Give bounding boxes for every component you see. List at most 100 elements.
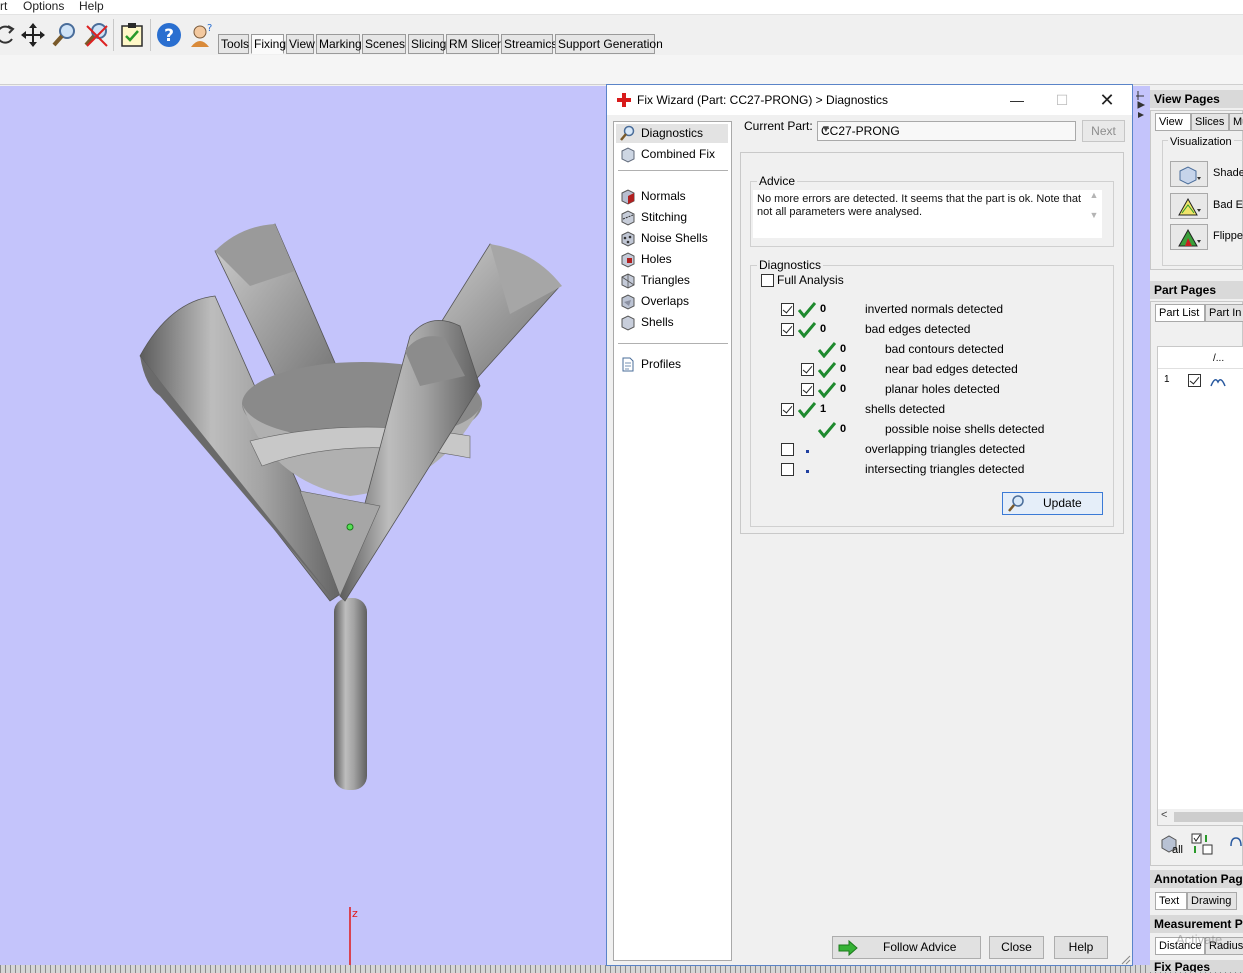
full-analysis-checkbox[interactable] <box>761 274 774 287</box>
row-visible-checkbox[interactable] <box>1188 374 1201 387</box>
diagnostic-checkbox[interactable] <box>781 403 794 416</box>
toolbar: ? ? Tools Fixing View Marking Scenes Sli… <box>0 15 1243 55</box>
diagnostic-row: 0 inverted normals detected <box>741 301 1121 321</box>
dialog-title: Fix Wizard (Part: CC27-PRONG) > Diagnost… <box>637 93 889 107</box>
tab-annotation-drawing[interactable]: Drawing <box>1187 892 1237 910</box>
minimize-button[interactable]: — <box>1007 90 1027 110</box>
tab-support-generation[interactable]: Support Generation <box>555 34 663 54</box>
document-icon <box>622 357 634 372</box>
green-check-icon <box>798 322 816 338</box>
diagnostic-checkbox[interactable] <box>801 383 814 396</box>
maximize-button[interactable]: ☐ <box>1052 90 1072 110</box>
diagnostic-checkbox[interactable] <box>781 323 794 336</box>
nav-item-stitching[interactable]: Stitching <box>616 208 728 227</box>
tab-view-pages-slices[interactable]: Slices <box>1191 113 1229 131</box>
menu-item-help[interactable]: Help <box>79 0 104 13</box>
unzoom-icon[interactable] <box>82 21 110 49</box>
green-check-icon <box>818 342 836 358</box>
checklist-icon[interactable] <box>118 21 146 49</box>
tab-marking[interactable]: Marking <box>316 34 362 54</box>
tab-part-list[interactable]: Part List <box>1155 304 1205 322</box>
svg-text:?: ? <box>207 23 212 34</box>
bad-edges-button[interactable] <box>1170 193 1208 219</box>
next-button[interactable]: Next <box>1082 120 1125 142</box>
green-check-icon <box>798 302 816 318</box>
activation-watermark: Activate <box>1176 932 1223 947</box>
tab-slicing[interactable]: Slicing <box>408 34 446 54</box>
tab-scenes[interactable]: Scenes <box>362 34 406 54</box>
holes-cube-icon <box>621 252 635 268</box>
nav-item-triangles[interactable]: Triangles <box>616 271 728 290</box>
nav-item-diagnostics[interactable]: Diagnostics <box>616 124 728 143</box>
tab-tools[interactable]: Tools <box>218 34 249 54</box>
measurement-pages-header[interactable]: Measurement P <box>1150 915 1243 933</box>
rotate-icon[interactable] <box>0 21 20 49</box>
overlaps-cube-icon <box>621 294 635 310</box>
scrollbar-thumb[interactable] <box>1174 812 1243 822</box>
menu-item-options[interactable]: Options <box>23 0 64 13</box>
tab-fixing[interactable]: Fixing <box>251 34 286 54</box>
nav-item-normals[interactable]: Normals <box>616 187 728 206</box>
diagnostic-checkbox[interactable] <box>781 443 794 456</box>
scroll-left-icon[interactable]: < <box>1161 809 1167 821</box>
z-axis-label: z <box>352 907 358 920</box>
pan-icon[interactable] <box>19 21 47 49</box>
toggle-visibility-icon[interactable] <box>1190 832 1214 856</box>
update-label: Update <box>1043 496 1082 510</box>
tab-part-info[interactable]: Part In <box>1205 304 1243 322</box>
flipped-triangles-icon <box>1178 228 1201 247</box>
close-window-button[interactable]: ✕ <box>1097 90 1117 110</box>
shade-button[interactable] <box>1170 161 1208 187</box>
tab-view-pages-mu[interactable]: Mu <box>1229 113 1243 131</box>
shade-label: Shade <box>1213 167 1243 179</box>
help-icon[interactable]: ? <box>155 21 183 49</box>
nav-item-holes[interactable]: Holes <box>616 250 728 269</box>
diagnostic-row: 0 near bad edges detected <box>741 361 1121 381</box>
toolbar-separator <box>150 19 151 51</box>
current-part-select[interactable]: CC27-PRONG ▼ <box>817 121 1076 141</box>
tab-streamics[interactable]: Streamics <box>501 34 557 54</box>
tab-annotation-text[interactable]: Text <box>1155 892 1187 910</box>
zoom-icon[interactable] <box>50 21 78 49</box>
nav-item-overlaps[interactable]: Overlaps <box>616 292 728 311</box>
close-button[interactable]: Close <box>989 936 1044 959</box>
tab-view-pages-view[interactable]: View <box>1155 113 1191 131</box>
tab-rm-slicer[interactable]: RM Slicer <box>446 34 501 54</box>
annotation-pages-header[interactable]: Annotation Page <box>1150 870 1243 888</box>
nav-item-profiles[interactable]: Profiles <box>616 355 728 374</box>
diagnostic-row: 0 bad contours detected <box>741 341 1121 361</box>
pending-dot-icon <box>806 450 809 453</box>
diagnostic-checkbox[interactable] <box>781 303 794 316</box>
diagnostic-row: intersecting triangles detected <box>741 461 1121 481</box>
help-button[interactable]: Help <box>1054 936 1108 959</box>
view-pages-header[interactable]: View Pages <box>1150 90 1243 108</box>
part-icon <box>1210 379 1226 387</box>
nav-item-shells[interactable]: Shells <box>616 313 728 332</box>
diagnostic-checkbox[interactable] <box>801 363 814 376</box>
nav-item-combined-fix[interactable]: Combined Fix <box>616 145 728 164</box>
wizard-nav-list: Diagnostics Combined Fix Normals Stitchi… <box>613 121 732 961</box>
pin-icon[interactable] <box>1134 88 1148 128</box>
advice-scrollbar[interactable]: ▲ ▼ <box>1086 190 1102 238</box>
diagnostic-checkbox[interactable] <box>781 463 794 476</box>
dialog-titlebar[interactable]: Fix Wizard (Part: CC27-PRONG) > Diagnost… <box>607 85 1132 115</box>
tab-view[interactable]: View <box>286 34 315 54</box>
table-row[interactable]: 1 <box>1158 372 1243 390</box>
resize-grip-icon[interactable] <box>1119 953 1131 965</box>
magnifier-icon <box>1008 495 1024 512</box>
link-icon[interactable] <box>1228 834 1243 850</box>
nav-item-noise-shells[interactable]: Noise Shells <box>616 229 728 248</box>
diagnostic-label: intersecting triangles detected <box>865 462 1025 476</box>
follow-advice-button[interactable]: Follow Advice <box>832 936 981 959</box>
update-button[interactable]: Update <box>1002 492 1103 515</box>
part-list-table[interactable]: /... 1 < <box>1157 346 1243 826</box>
user-help-icon[interactable]: ? <box>186 21 214 49</box>
red-cross-icon <box>617 93 631 107</box>
fix-pages-header[interactable]: Fix Pages <box>1150 960 1243 972</box>
part-pages-header[interactable]: Part Pages <box>1150 281 1243 299</box>
menu-item-part[interactable]: rt <box>0 0 7 13</box>
flipped-button[interactable] <box>1170 224 1208 250</box>
toolbar-separator <box>113 19 114 51</box>
horizontal-scrollbar[interactable]: < <box>1158 809 1243 825</box>
diagnostic-label: overlapping triangles detected <box>865 442 1026 456</box>
